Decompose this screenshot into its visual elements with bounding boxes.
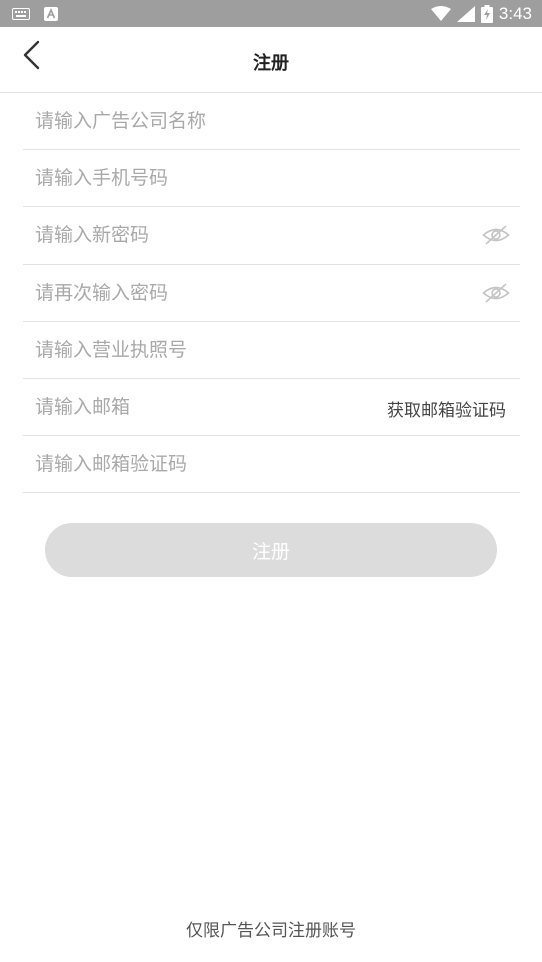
email-row: 获取邮箱验证码 [23,378,520,437]
confirm-password-input[interactable] [23,264,520,321]
license-input[interactable] [23,321,520,378]
email-code-input[interactable] [23,436,520,493]
register-form: 获取邮箱验证码 [23,93,520,494]
footer-note: 仅限广告公司注册账号 [186,921,356,941]
status-bar: 3:43 [0,0,542,27]
battery-charging-icon [480,4,493,23]
get-email-code-button[interactable]: 获取邮箱验证码 [387,396,506,421]
eye-hidden-icon[interactable] [482,281,510,305]
confirm-password-row [23,264,520,322]
status-time: 3:43 [498,3,532,23]
page-title: 注册 [253,53,289,74]
license-row [23,321,520,379]
company-name-row [23,93,520,151]
new-password-row [23,207,520,265]
email-input[interactable] [23,378,353,436]
wifi-icon [430,5,451,21]
signal-icon [456,5,475,22]
eye-hidden-icon[interactable] [482,223,510,247]
company-name-input[interactable] [23,93,520,150]
register-screen: 3:43 注册 请输入广告公司名称 请输入手机号码 请输入营业执照号 请输入邮箱… [0,0,542,962]
register-button[interactable]: 注册 [45,523,497,577]
new-password-input[interactable] [23,207,520,264]
app-bar: 注册 [0,27,542,93]
a-badge-icon [44,7,58,21]
phone-row [23,150,520,208]
email-code-row [23,436,520,494]
phone-input[interactable] [23,150,520,207]
keyboard-icon [12,8,30,20]
